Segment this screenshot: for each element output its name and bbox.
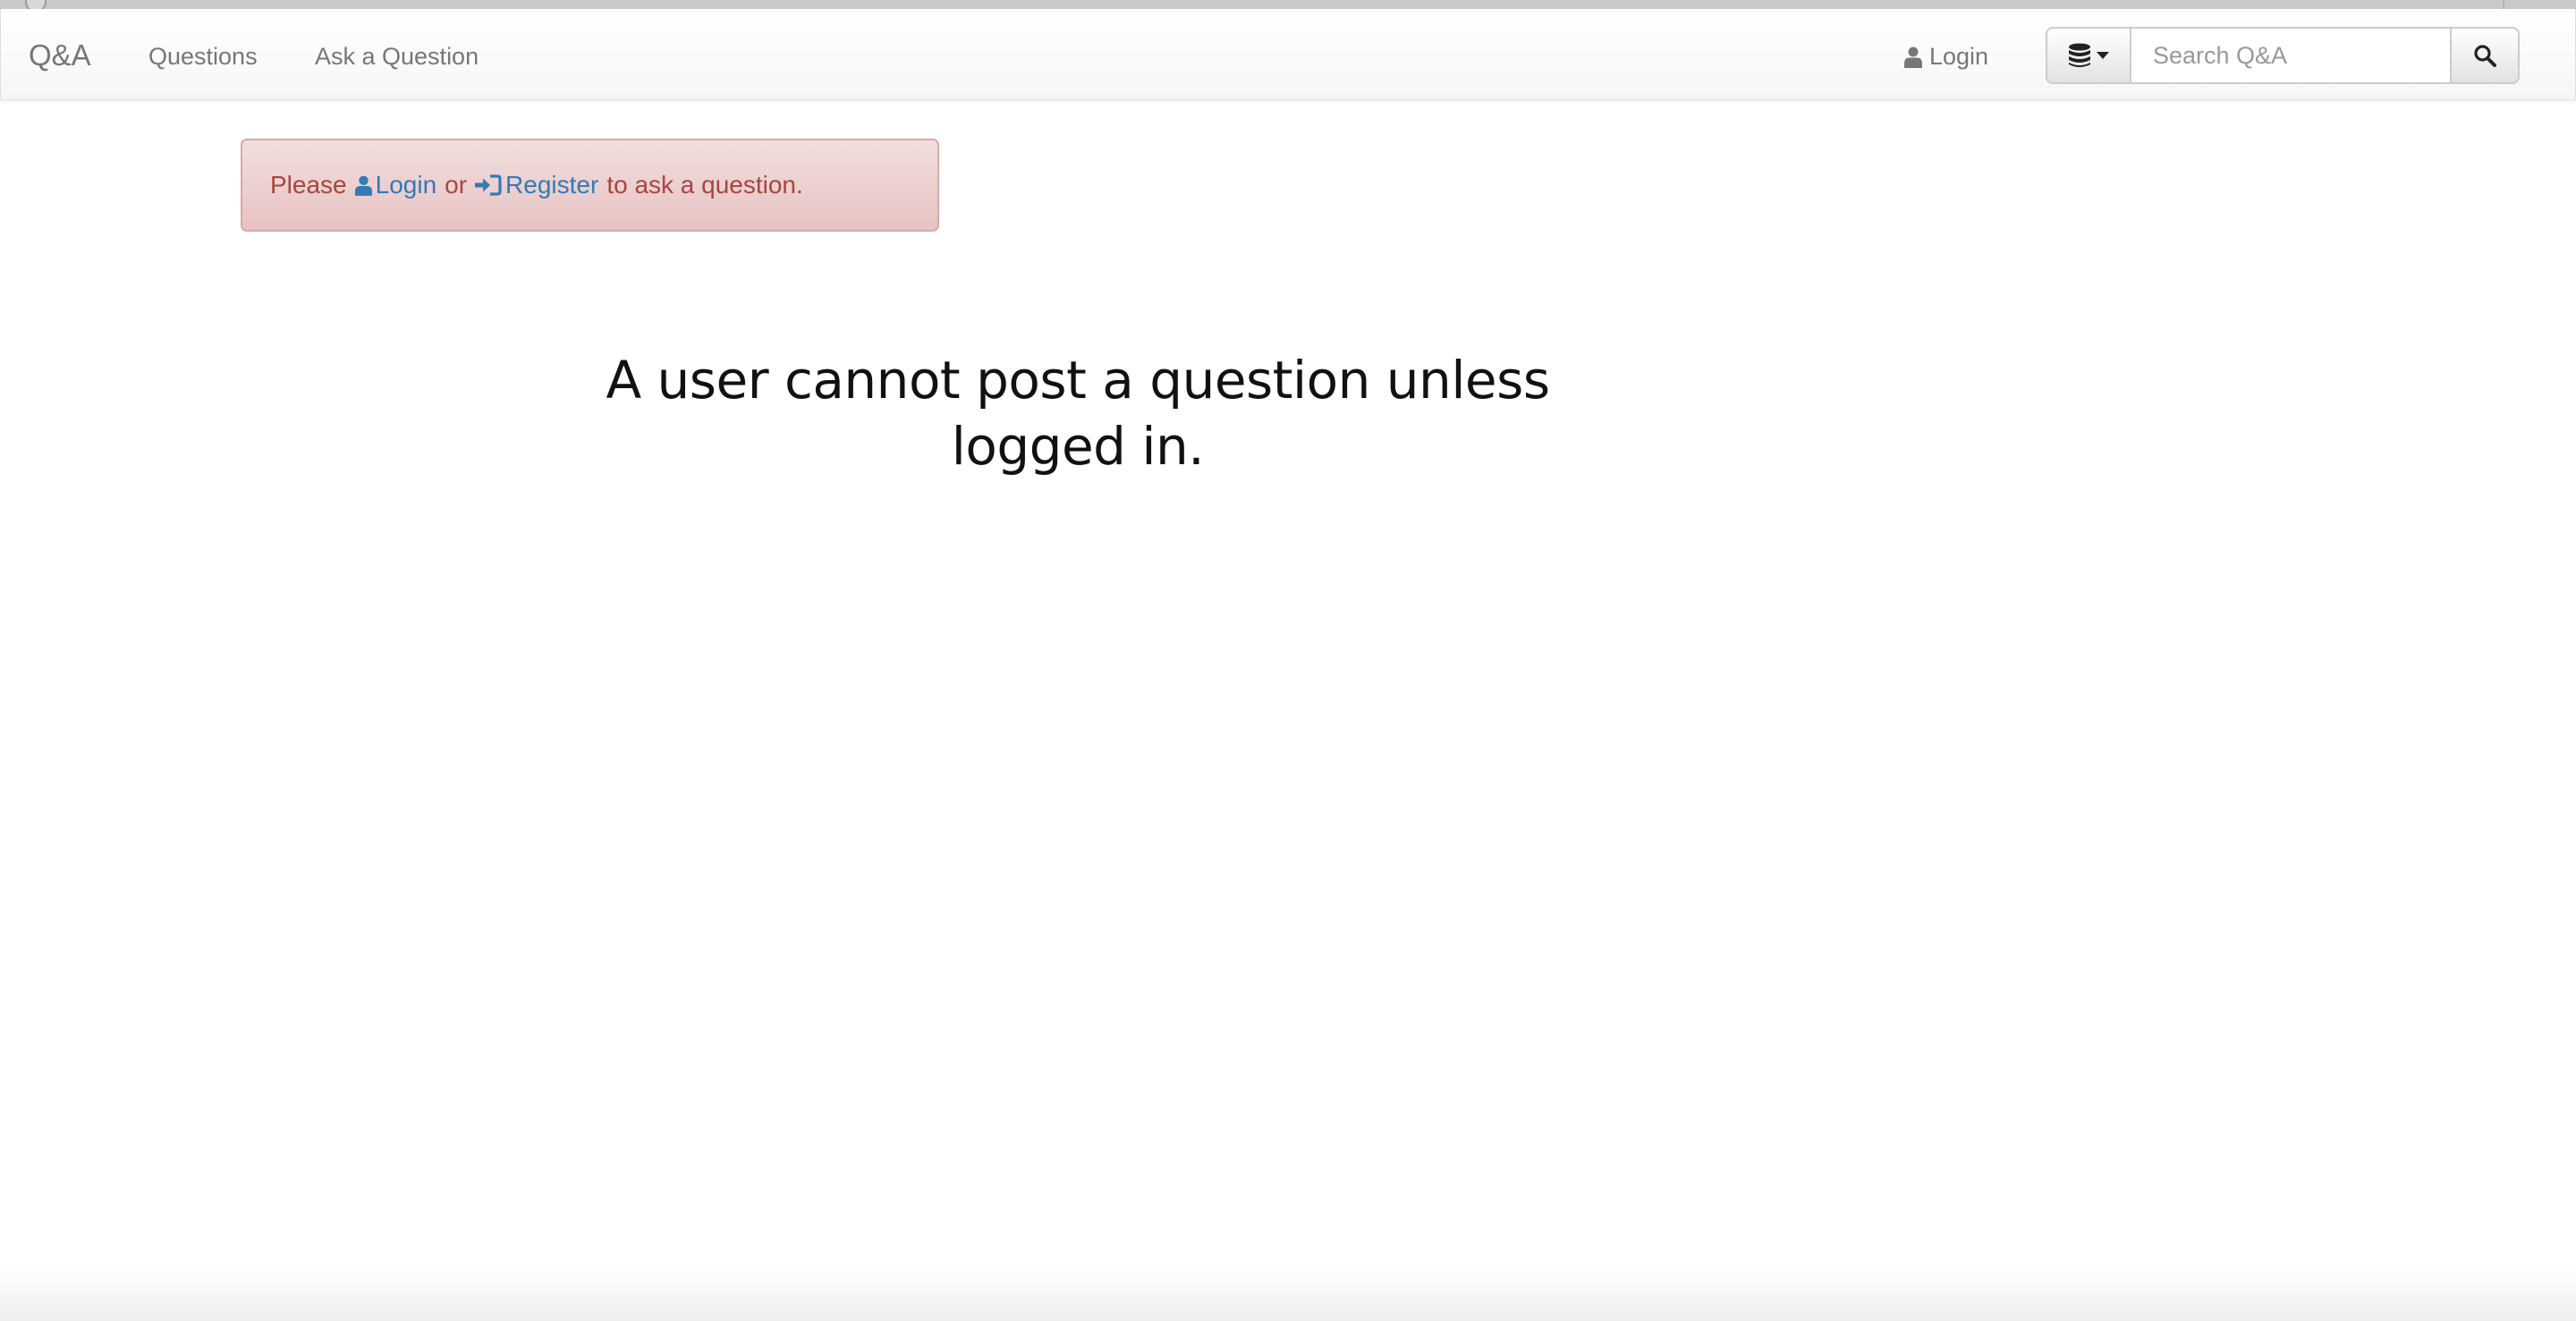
- database-dropdown-button[interactable]: [2046, 27, 2131, 84]
- bottom-shadow: [0, 1267, 2576, 1321]
- alert-register-link[interactable]: Register: [475, 171, 598, 199]
- search-group: [2046, 27, 2520, 84]
- top-navbar: Q&A Questions Ask a Question Login: [0, 9, 2576, 100]
- search-input[interactable]: [2131, 27, 2450, 84]
- window-top-strip: [0, 0, 2576, 13]
- sign-in-icon: [475, 174, 502, 196]
- user-icon: [1904, 47, 1922, 68]
- login-required-alert: Please Login or Register to ask a questi…: [241, 139, 939, 232]
- brand-link[interactable]: Q&A: [29, 38, 91, 72]
- nav-ask-question[interactable]: Ask a Question: [315, 43, 479, 71]
- caret-down-icon: [2097, 52, 2109, 59]
- alert-or-text: or: [445, 171, 468, 199]
- alert-prefix: Please: [270, 171, 347, 199]
- alert-login-label: Login: [375, 171, 437, 199]
- window-divider: [2503, 0, 2504, 9]
- nav-questions[interactable]: Questions: [148, 43, 258, 71]
- search-button[interactable]: [2450, 27, 2520, 84]
- user-icon: [354, 175, 372, 196]
- database-icon: [2069, 43, 2090, 67]
- nav-login[interactable]: Login: [1904, 43, 1988, 71]
- alert-login-link[interactable]: Login: [354, 171, 437, 199]
- search-icon: [2474, 45, 2496, 67]
- nav-login-label: Login: [1929, 43, 1989, 70]
- alert-register-label: Register: [505, 171, 599, 199]
- annotation-caption: A user cannot post a question unless log…: [606, 350, 1550, 477]
- alert-suffix: to ask a question.: [606, 171, 803, 199]
